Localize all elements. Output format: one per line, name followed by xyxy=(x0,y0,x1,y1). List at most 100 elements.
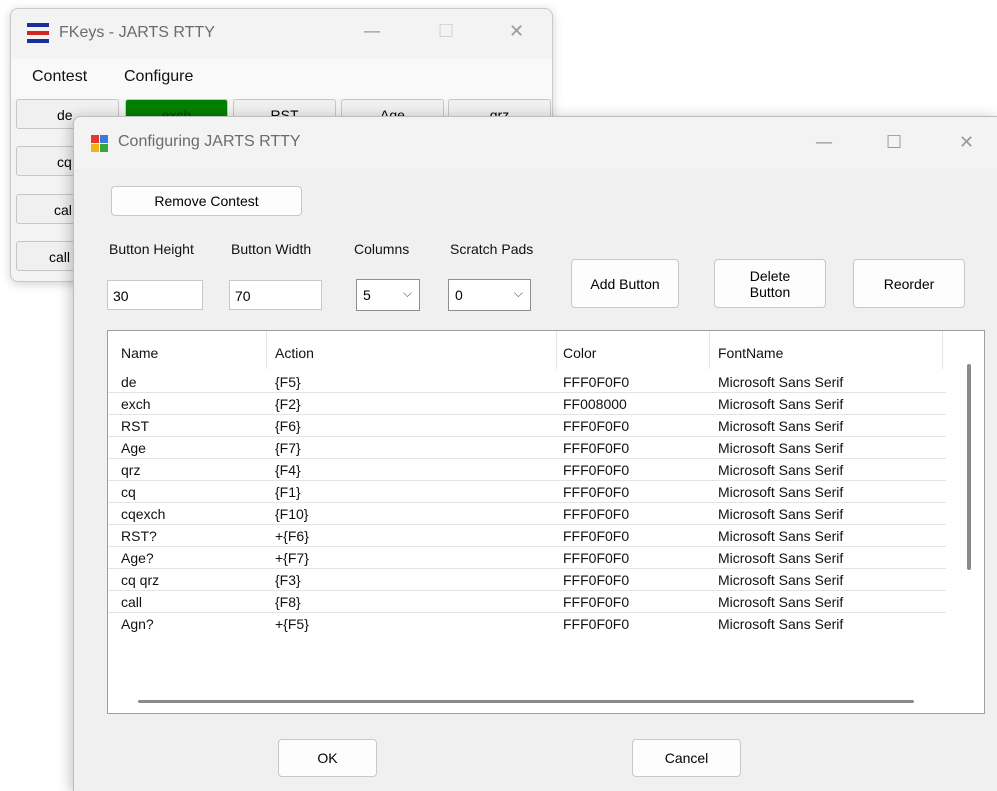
minimize-icon[interactable]: — xyxy=(815,132,833,153)
columns-label: Columns xyxy=(354,241,410,257)
column-header-color[interactable]: Color xyxy=(563,345,596,361)
cell-name: RST xyxy=(121,418,149,434)
vertical-scrollbar[interactable] xyxy=(967,364,971,570)
cell-action: {F1} xyxy=(275,484,301,500)
cell-name: cq xyxy=(121,484,136,500)
cell-action: {F3} xyxy=(275,572,301,588)
table-row[interactable]: de {F5} FFF0F0F0 Microsoft Sans Serif xyxy=(108,371,946,393)
cell-color: FFF0F0F0 xyxy=(563,374,630,390)
dialog-app-icon xyxy=(91,135,109,153)
cell-color: FFF0F0F0 xyxy=(563,440,630,456)
cell-name: de xyxy=(121,374,137,390)
cell-fontname: Microsoft Sans Serif xyxy=(718,550,844,566)
table-row[interactable]: RST {F6} FFF0F0F0 Microsoft Sans Serif xyxy=(108,415,946,437)
cell-name: Age xyxy=(121,440,146,456)
columns-select[interactable]: 5 ⌵ xyxy=(356,279,420,311)
delete-button-button[interactable]: Delete Button xyxy=(714,259,826,308)
cell-action: +{F5} xyxy=(275,616,309,632)
cell-name: Age? xyxy=(121,550,154,566)
reorder-button[interactable]: Reorder xyxy=(853,259,965,308)
cell-name: Agn? xyxy=(121,616,154,632)
cell-color: FFF0F0F0 xyxy=(563,616,630,632)
table-row[interactable]: call {F8} FFF0F0F0 Microsoft Sans Serif xyxy=(108,591,946,613)
scratch-pads-select-value: 0 xyxy=(455,287,463,303)
fkeys-menubar: Contest Configure xyxy=(11,59,552,99)
cell-action: +{F7} xyxy=(275,550,309,566)
cell-action: {F6} xyxy=(275,418,301,434)
fkeys-titlebar: FKeys - JARTS RTTY — ☐ ✕ xyxy=(11,9,552,59)
cell-fontname: Microsoft Sans Serif xyxy=(718,506,844,522)
configure-dialog: Configuring JARTS RTTY — ☐ ✕ Remove Cont… xyxy=(73,116,997,791)
delete-button-label-line1: Delete xyxy=(749,267,791,284)
cell-color: FFF0F0F0 xyxy=(563,528,630,544)
table-row[interactable]: cq qrz {F3} FFF0F0F0 Microsoft Sans Seri… xyxy=(108,569,946,591)
table-row[interactable]: cq {F1} FFF0F0F0 Microsoft Sans Serif xyxy=(108,481,946,503)
cell-color: FFF0F0F0 xyxy=(563,506,630,522)
cell-fontname: Microsoft Sans Serif xyxy=(718,374,844,390)
table-row[interactable]: Age {F7} FFF0F0F0 Microsoft Sans Serif xyxy=(108,437,946,459)
cell-name: RST? xyxy=(121,528,157,544)
scratch-pads-select[interactable]: 0 ⌵ xyxy=(448,279,531,311)
table-row[interactable]: qrz {F4} FFF0F0F0 Microsoft Sans Serif xyxy=(108,459,946,481)
cell-action: {F2} xyxy=(275,396,301,412)
cell-fontname: Microsoft Sans Serif xyxy=(718,572,844,588)
horizontal-scrollbar[interactable] xyxy=(138,700,914,703)
menu-contest[interactable]: Contest xyxy=(32,68,87,86)
cell-name: qrz xyxy=(121,462,141,478)
cell-color: FFF0F0F0 xyxy=(563,572,630,588)
cell-action: {F5} xyxy=(275,374,301,390)
column-header-action[interactable]: Action xyxy=(275,345,314,361)
button-height-input[interactable]: 30 xyxy=(107,280,203,310)
close-icon[interactable]: ✕ xyxy=(959,132,974,153)
column-header-fontname[interactable]: FontName xyxy=(718,345,783,361)
table-row[interactable]: Agn? +{F5} FFF0F0F0 Microsoft Sans Serif xyxy=(108,613,946,634)
cell-color: FFF0F0F0 xyxy=(563,418,630,434)
table-row[interactable]: exch {F2} FF008000 Microsoft Sans Serif xyxy=(108,393,946,415)
cell-color: FFF0F0F0 xyxy=(563,550,630,566)
cell-fontname: Microsoft Sans Serif xyxy=(718,484,844,500)
cell-action: +{F6} xyxy=(275,528,309,544)
maximize-icon[interactable]: ☐ xyxy=(438,21,454,42)
cell-name: exch xyxy=(121,396,151,412)
close-icon[interactable]: ✕ xyxy=(509,21,524,42)
cell-action: {F10} xyxy=(275,506,309,522)
dialog-title: Configuring JARTS RTTY xyxy=(118,133,301,150)
columns-select-value: 5 xyxy=(363,287,371,303)
table-row[interactable]: RST? +{F6} FFF0F0F0 Microsoft Sans Serif xyxy=(108,525,946,547)
app-flag-icon xyxy=(27,23,49,43)
menu-configure[interactable]: Configure xyxy=(124,68,193,86)
chevron-down-icon: ⌵ xyxy=(402,286,412,300)
cancel-button[interactable]: Cancel xyxy=(632,739,741,777)
cell-name: call xyxy=(121,594,143,610)
table-row[interactable]: Age? +{F7} FFF0F0F0 Microsoft Sans Serif xyxy=(108,547,946,569)
cell-fontname: Microsoft Sans Serif xyxy=(718,440,844,456)
cell-color: FFF0F0F0 xyxy=(563,462,630,478)
cell-fontname: Microsoft Sans Serif xyxy=(718,616,844,632)
add-button-button[interactable]: Add Button xyxy=(571,259,679,308)
cell-action: {F7} xyxy=(275,440,301,456)
cell-fontname: Microsoft Sans Serif xyxy=(718,462,844,478)
cell-name: cq qrz xyxy=(121,572,160,588)
minimize-icon[interactable]: — xyxy=(363,21,381,42)
cell-name: cqexch xyxy=(121,506,166,522)
buttons-grid[interactable]: Name Action Color FontName de {F5} FFF0F… xyxy=(107,330,985,714)
cell-fontname: Microsoft Sans Serif xyxy=(718,594,844,610)
table-row[interactable]: cqexch {F10} FFF0F0F0 Microsoft Sans Ser… xyxy=(108,503,946,525)
button-width-input[interactable]: 70 xyxy=(229,280,322,310)
cell-action: {F4} xyxy=(275,462,301,478)
grid-header: Name Action Color FontName xyxy=(108,331,984,369)
chevron-down-icon: ⌵ xyxy=(513,286,523,300)
button-height-label: Button Height xyxy=(109,241,194,257)
cell-fontname: Microsoft Sans Serif xyxy=(718,396,844,412)
ok-button[interactable]: OK xyxy=(278,739,377,777)
cell-color: FF008000 xyxy=(563,396,627,412)
cell-fontname: Microsoft Sans Serif xyxy=(718,528,844,544)
button-width-label: Button Width xyxy=(231,241,312,257)
dialog-titlebar: Configuring JARTS RTTY — ☐ ✕ xyxy=(74,117,997,169)
delete-button-label-line2: Button xyxy=(749,283,791,300)
remove-contest-button[interactable]: Remove Contest xyxy=(111,186,302,216)
cell-color: FFF0F0F0 xyxy=(563,594,630,610)
column-header-name[interactable]: Name xyxy=(121,345,158,361)
fkeys-window-title: FKeys - JARTS RTTY xyxy=(59,24,215,41)
maximize-icon[interactable]: ☐ xyxy=(886,132,902,153)
